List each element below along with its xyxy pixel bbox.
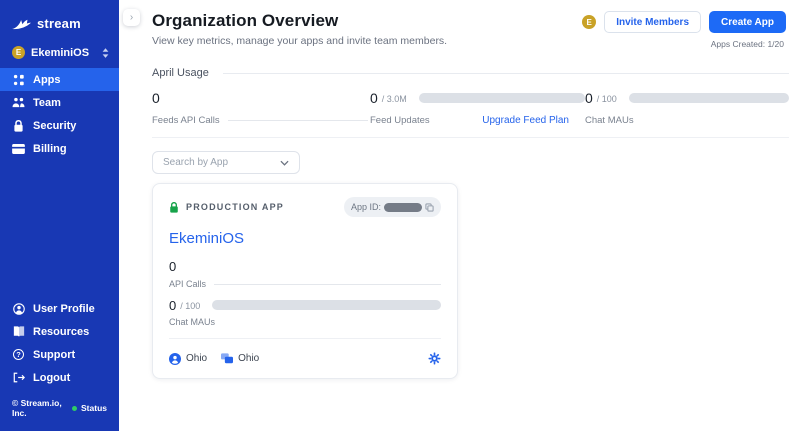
book-icon (12, 326, 25, 337)
question-icon: ? (12, 349, 25, 360)
stream-wing-icon (12, 17, 31, 30)
create-app-button[interactable]: Create App (709, 11, 786, 33)
sidebar-item-label: Support (33, 349, 75, 361)
usage-section-header: April Usage (152, 67, 789, 79)
production-lock-icon (169, 202, 179, 213)
app-api-calls-label: API Calls (169, 279, 206, 289)
copyright-text: © Stream.io, Inc. (12, 398, 72, 418)
section-divider (152, 137, 789, 138)
metric-limit: / 100 (597, 94, 617, 104)
metric-label: Feeds API Calls (152, 115, 220, 126)
search-by-app-dropdown[interactable]: Search by App (152, 151, 300, 174)
app-id-pill[interactable]: App ID: (344, 197, 441, 217)
org-selector[interactable]: E EkeminiOS (0, 44, 119, 61)
metric-limit: / 3.0M (382, 94, 407, 104)
usage-section-title: April Usage (152, 67, 209, 79)
sidebar-item-apps[interactable]: Apps (0, 68, 119, 91)
sidebar-footer-nav: User Profile Resources ? Support (0, 297, 119, 389)
sidebar-item-label: Resources (33, 326, 89, 338)
sidebar-collapse-button[interactable]: › (123, 9, 140, 26)
sidebar-item-team[interactable]: Team (0, 91, 119, 114)
metric-value: 0 (585, 90, 593, 106)
feeds-region: Ohio (169, 353, 207, 365)
page-subtitle: View key metrics, manage your apps and i… (152, 35, 447, 47)
status-dot-icon (72, 406, 77, 411)
progress-bar (419, 93, 585, 103)
app-settings-button[interactable] (428, 352, 441, 365)
chat-region-label: Ohio (238, 353, 259, 364)
sidebar-item-logout[interactable]: Logout (0, 366, 119, 389)
sidebar-item-label: Apps (33, 74, 61, 86)
page-header: Organization Overview View key metrics, … (119, 0, 800, 49)
lock-icon (12, 120, 25, 132)
chevron-right-icon: › (130, 12, 133, 23)
sidebar-item-resources[interactable]: Resources (0, 320, 119, 343)
user-avatar[interactable]: E (582, 15, 596, 29)
metric-divider-line (214, 284, 441, 285)
app-type-badge: PRODUCTION APP (186, 202, 284, 212)
metric-feed-updates: 0 / 3.0M Feed Updates Upgrade Feed Plan (370, 88, 585, 126)
chat-region: Ohio (221, 353, 259, 364)
app-card-footer: Ohio Ohio (169, 339, 441, 378)
metric-label: Chat MAUs (585, 115, 634, 126)
chevron-down-icon (280, 160, 289, 166)
team-icon (12, 97, 25, 108)
copy-icon[interactable] (425, 203, 434, 212)
sidebar: stream E EkeminiOS Apps (0, 0, 119, 431)
org-avatar: E (12, 46, 25, 59)
sidebar-bottom-row: © Stream.io, Inc. Status (0, 398, 119, 431)
user-icon (12, 303, 25, 315)
metric-value: 0 (370, 90, 378, 106)
sidebar-item-support[interactable]: ? Support (0, 343, 119, 366)
sidebar-item-billing[interactable]: Billing (0, 137, 119, 160)
metric-chat-maus: 0 / 100 Chat MAUs (585, 88, 789, 126)
stream-logo-text: stream (37, 16, 81, 31)
upgrade-feed-plan-link[interactable]: Upgrade Feed Plan (482, 115, 585, 126)
sidebar-item-label: User Profile (33, 303, 95, 315)
page-title: Organization Overview (152, 11, 447, 31)
feeds-region-label: Ohio (186, 353, 207, 364)
credit-card-icon (12, 144, 25, 154)
gear-icon (428, 352, 441, 365)
sidebar-item-label: Logout (33, 372, 70, 384)
search-placeholder: Search by App (163, 157, 228, 168)
app-chat-maus-label: Chat MAUs (169, 317, 441, 327)
status-link[interactable]: Status (72, 403, 107, 413)
apps-created-count: Apps Created: 1/20 (711, 39, 786, 49)
metric-divider-line (228, 120, 368, 121)
dashboard-page: stream E EkeminiOS Apps (0, 0, 800, 431)
app-api-calls-value: 0 (169, 259, 441, 274)
sidebar-item-label: Team (33, 97, 61, 109)
status-label: Status (81, 403, 107, 413)
app-id-label: App ID: (351, 202, 381, 212)
sidebar-spacer (0, 160, 119, 290)
progress-bar (212, 300, 441, 310)
stream-logo: stream (0, 0, 119, 31)
sidebar-item-label: Billing (33, 143, 67, 155)
org-name: EkeminiOS (31, 47, 102, 59)
main-content: › Organization Overview View key metrics… (119, 0, 800, 431)
sidebar-item-security[interactable]: Security (0, 114, 119, 137)
app-name-link[interactable]: EkeminiOS (169, 230, 441, 247)
feeds-region-icon (169, 353, 181, 365)
app-chat-maus-value: 0 (169, 298, 176, 313)
logout-icon (12, 372, 25, 383)
sidebar-nav: Apps Team Security (0, 68, 119, 160)
chat-region-icon (221, 353, 233, 364)
chevron-up-down-icon (102, 48, 109, 58)
progress-bar (629, 93, 789, 103)
app-card: PRODUCTION APP App ID: EkeminiOS 0 API C… (152, 183, 458, 379)
section-divider-line (223, 73, 789, 74)
sidebar-item-label: Security (33, 120, 76, 132)
metric-label: Feed Updates (370, 115, 430, 126)
metric-value: 0 (152, 90, 160, 106)
usage-metrics: 0 Feeds API Calls 0 / 3.0M Feed Updates … (152, 88, 789, 136)
metric-feeds-api-calls: 0 Feeds API Calls (152, 88, 368, 126)
apps-grid-icon (12, 74, 25, 86)
invite-members-button[interactable]: Invite Members (604, 11, 701, 33)
sidebar-item-user-profile[interactable]: User Profile (0, 297, 119, 320)
app-chat-maus-limit: / 100 (180, 301, 200, 311)
app-id-redacted (384, 203, 422, 212)
